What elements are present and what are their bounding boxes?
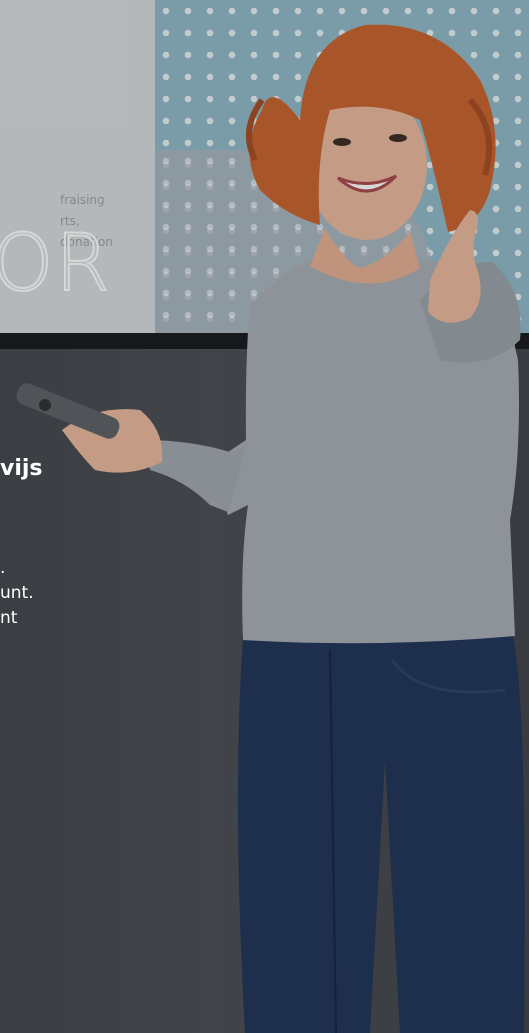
hero-image: fraising rts, donation OR vijs . unt. nt [0,0,529,1033]
overlay-paragraph: . unt. nt [0,558,34,628]
overlay-heading: vijs [0,456,43,481]
